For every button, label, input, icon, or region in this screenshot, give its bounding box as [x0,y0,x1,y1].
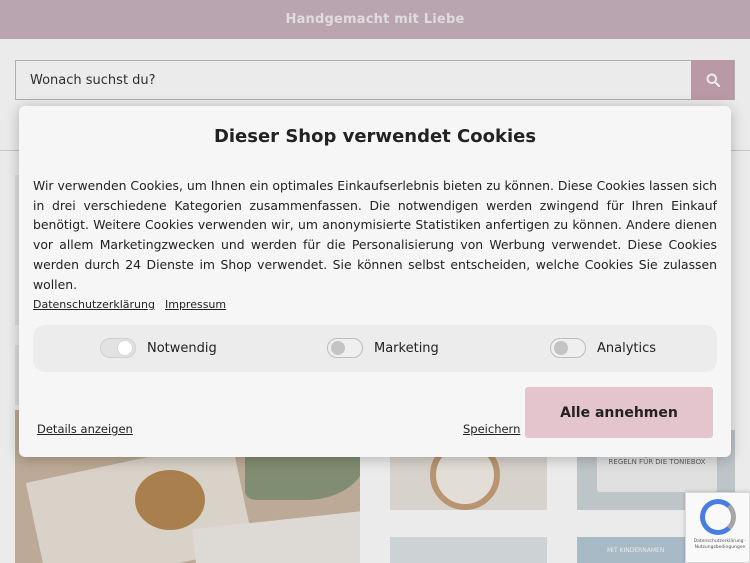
toggle-marketing[interactable]: Marketing [327,338,439,358]
cookie-consent-dialog: Dieser Shop verwendet Cookies Wir verwen… [19,106,731,457]
toggle-label: Marketing [374,340,439,356]
imprint-link[interactable]: Impressum [165,298,226,311]
recaptcha-icon [700,499,736,535]
cookie-dialog-text: Wir verwenden Cookies, um Ihnen ein opti… [33,178,717,292]
toggle-label: Analytics [597,340,657,356]
privacy-policy-link[interactable]: Datenschutzerklärung [33,298,155,311]
toggle-necessary[interactable]: Notwendig [100,338,217,358]
show-details-link[interactable]: Details anzeigen [37,422,133,436]
toggle-label: Notwendig [147,340,217,356]
cookie-dialog-title: Dieser Shop verwendet Cookies [213,126,537,147]
toggle-analytics[interactable]: Analytics [550,338,656,358]
cookie-category-toggles: Notwendig Marketing Analytics [33,325,717,372]
cookie-dialog-links: Datenschutzerklärung Impressum [33,298,226,311]
save-button[interactable]: Speichern [463,422,520,436]
toggle-switch[interactable] [550,338,586,358]
toggle-knob [331,341,345,355]
toggle-knob [118,341,132,355]
recaptcha-badge[interactable]: Datenschutzerklärung · Nutzungsbedingung… [685,492,750,563]
recaptcha-text: Datenschutzerklärung · Nutzungsbedingung… [693,539,747,550]
toggle-switch[interactable] [100,338,136,358]
toggle-knob [554,341,568,355]
toggle-switch[interactable] [327,338,363,358]
accept-all-button[interactable]: Alle annehmen [525,387,713,438]
